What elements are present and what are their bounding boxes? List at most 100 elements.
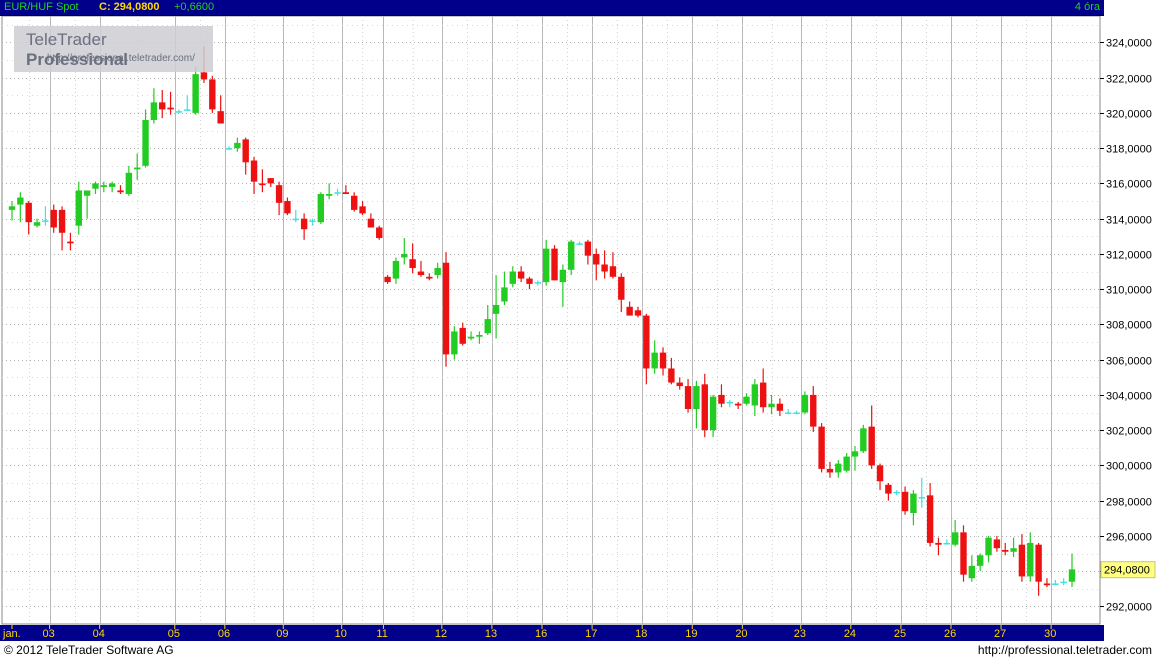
candle-body <box>225 148 233 150</box>
candle-body <box>743 396 750 404</box>
candle-body <box>184 109 191 111</box>
candle-body <box>626 306 633 316</box>
copyright-text: © 2012 TeleTrader Software AG <box>4 643 174 657</box>
x-tick-label: 16 <box>535 628 547 640</box>
candle-body <box>376 227 383 239</box>
footer-bar: © 2012 TeleTrader Software AG http://pro… <box>0 641 1156 659</box>
candle-body <box>33 222 41 226</box>
candle-body <box>167 107 174 110</box>
teletrader-watermark: TeleTrader Professional http://professio… <box>14 26 213 72</box>
candle-body <box>885 484 892 494</box>
watermark-site-url: http://professional.teletrader.com/ <box>47 53 195 64</box>
candle-body <box>317 193 325 223</box>
header-corner <box>1104 0 1156 16</box>
candle-body <box>517 271 525 279</box>
candle-body <box>684 386 692 409</box>
candle-body <box>108 183 116 187</box>
candle-body <box>434 268 441 276</box>
candle-body <box>618 276 625 300</box>
candle-body <box>976 555 984 566</box>
candle-body <box>876 465 884 482</box>
x-tick-label: 12 <box>435 628 447 640</box>
price-change-readout: +0,6600 <box>174 1 215 13</box>
candle-body <box>609 266 617 277</box>
candle-body <box>576 243 583 245</box>
candle-body <box>634 310 642 316</box>
candle-body <box>709 396 717 431</box>
candle-body <box>968 565 976 579</box>
y-tick-label: 324,0000 <box>1106 38 1152 50</box>
candle-body <box>42 220 49 222</box>
y-tick-label: 302,0000 <box>1106 426 1152 438</box>
candle-body <box>501 287 508 302</box>
candle-body <box>8 206 16 210</box>
last-price-label: 294,0800 <box>1104 565 1150 577</box>
x-tick-label: 30 <box>1044 628 1056 640</box>
candle-body <box>309 220 316 222</box>
x-tick-label: 25 <box>894 628 906 640</box>
y-tick-label: 322,0000 <box>1106 74 1152 86</box>
candle-body <box>860 428 867 452</box>
x-tick-label: 26 <box>944 628 956 640</box>
candle-body <box>284 201 291 214</box>
candle-body <box>901 491 909 512</box>
candle-body <box>785 412 792 415</box>
candle-body <box>351 195 358 210</box>
y-tick-label: 318,0000 <box>1106 144 1152 156</box>
x-tick-label: 09 <box>276 628 288 640</box>
candle-body <box>200 72 208 80</box>
candle-body <box>568 241 575 270</box>
candle-body <box>726 401 733 404</box>
candle-body <box>759 382 767 408</box>
candle-body <box>551 248 558 281</box>
candle-body <box>150 102 158 120</box>
candle-body <box>1018 544 1026 577</box>
x-axis-band <box>0 625 1104 641</box>
y-tick-label: 310,0000 <box>1106 285 1152 297</box>
candle-body <box>851 451 859 457</box>
candle-body <box>417 271 425 276</box>
candle-body <box>384 276 391 283</box>
y-tick-label: 308,0000 <box>1106 320 1152 332</box>
candle-body <box>910 493 917 513</box>
candle-body <box>593 253 600 265</box>
candle-body <box>810 394 817 427</box>
candle-body <box>835 463 842 473</box>
x-tick-label: 18 <box>635 628 647 640</box>
candle-body <box>83 190 91 196</box>
footer-url-link[interactable]: http://professional.teletrader.com <box>978 643 1152 657</box>
x-tick-label: 20 <box>735 628 747 640</box>
candle-body <box>643 315 650 369</box>
candle-body <box>776 403 784 411</box>
candle-body <box>718 394 725 404</box>
candle-body <box>392 260 400 279</box>
candle-body <box>484 319 491 334</box>
x-tick-label: 24 <box>844 628 856 640</box>
candlestick-chart[interactable]: 324,0000 322,0000 320,0000 318,0000 316,0000… <box>0 16 1156 641</box>
candle-body <box>342 192 350 194</box>
candle-body <box>75 190 82 226</box>
candle-body <box>1068 569 1076 582</box>
axis-corner <box>1104 625 1156 641</box>
candle-body <box>209 79 216 110</box>
candle-body <box>676 382 683 387</box>
y-tick-label: 314,0000 <box>1106 215 1152 227</box>
candle-body <box>651 352 658 369</box>
candle-body <box>542 248 550 283</box>
candle-body <box>159 102 166 110</box>
candle-body <box>693 386 700 409</box>
candle-body <box>918 497 925 499</box>
candle-body <box>985 537 992 556</box>
candle-body <box>801 394 809 413</box>
candle-body <box>1027 542 1034 577</box>
candle-body <box>1002 549 1009 552</box>
y-tick-label: 298,0000 <box>1106 497 1152 509</box>
candle-body <box>359 206 366 214</box>
candle-body <box>584 241 592 256</box>
interval-label[interactable]: 4 óra <box>1075 1 1100 13</box>
candle-body <box>217 111 224 124</box>
candle-body <box>92 183 99 189</box>
close-price-readout: C: 294,0800 <box>99 1 160 13</box>
candle-body <box>401 253 408 258</box>
candle-body <box>534 282 542 284</box>
